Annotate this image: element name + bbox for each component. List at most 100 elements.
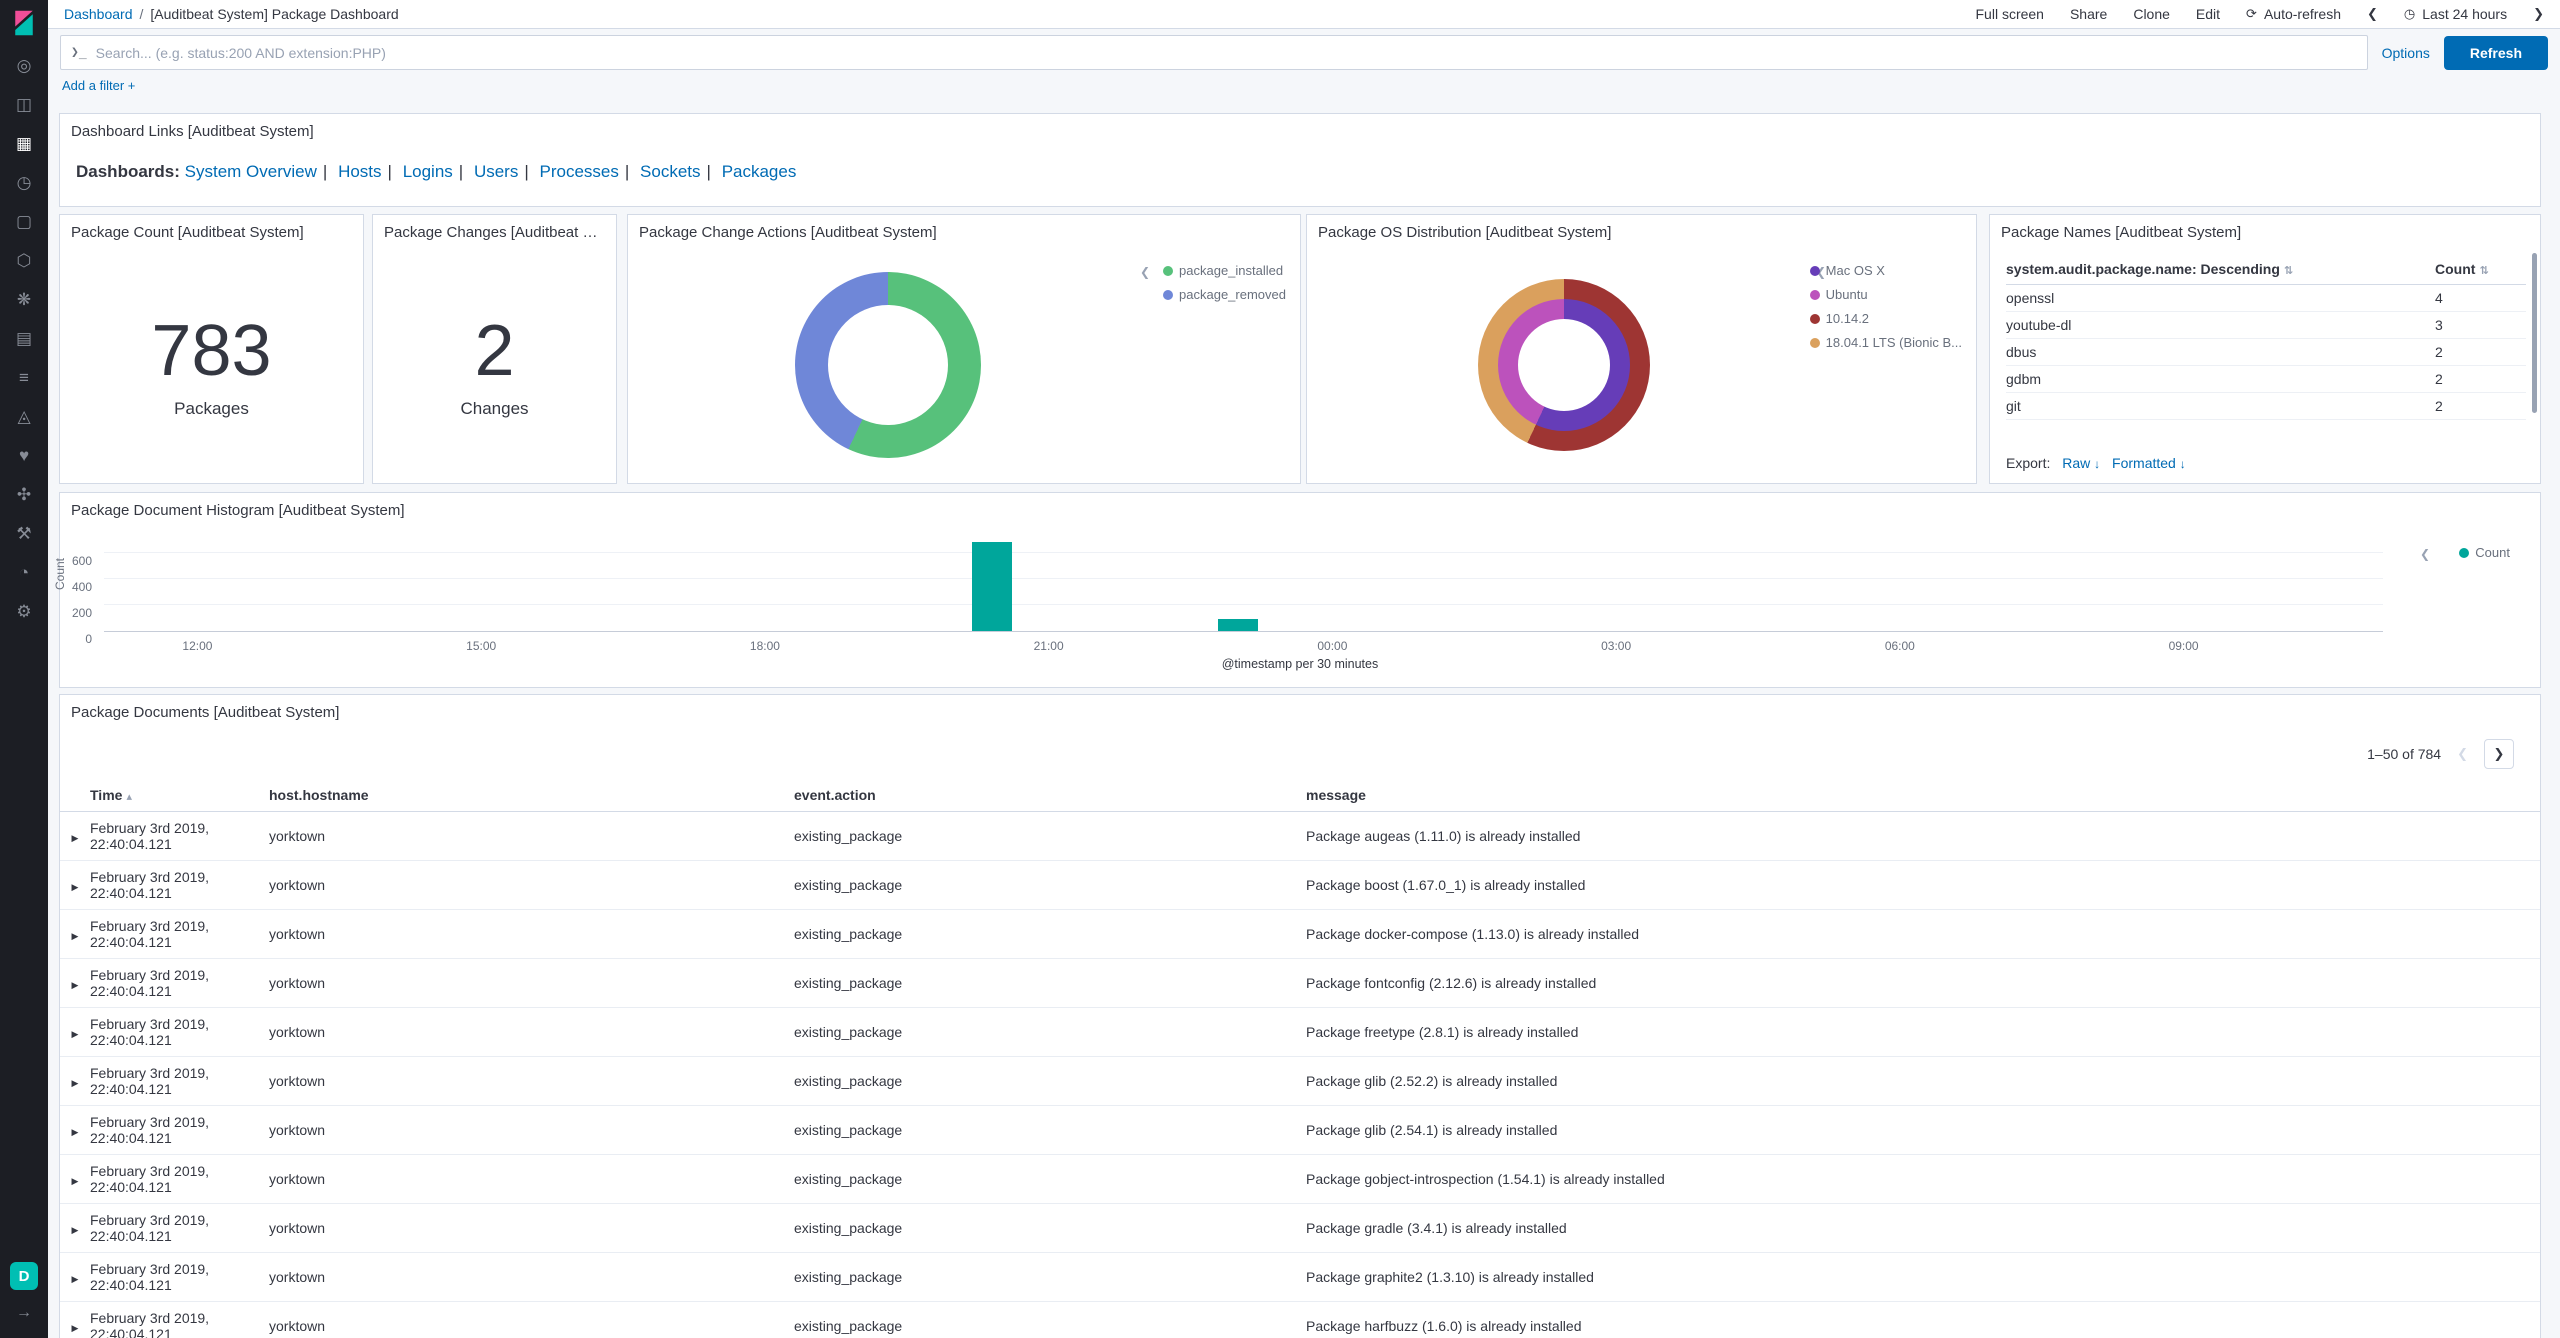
sidebar-item-logs[interactable]: ≡ — [0, 358, 48, 397]
full-screen-button[interactable]: Full screen — [1976, 6, 2044, 22]
export-formatted-link[interactable]: Formatted ↓ — [2112, 455, 2186, 471]
sidebar-item-apm[interactable]: ◬ — [0, 397, 48, 436]
legend-item[interactable]: package_removed — [1163, 287, 1286, 302]
expand-row-icon[interactable]: ▶ — [72, 833, 79, 843]
dashboard-link-hosts[interactable]: Hosts — [338, 162, 381, 181]
add-filter-link[interactable]: Add a filter + — [62, 78, 135, 93]
dashboard-link-system-overview[interactable]: System Overview — [185, 162, 317, 181]
refresh-button[interactable]: Refresh — [2443, 35, 2548, 70]
sidebar-item-timelion[interactable]: ◷ — [0, 163, 48, 202]
sidebar-collapse-icon[interactable]: → — [16, 1304, 32, 1322]
sidebar-item-dashboard[interactable]: ▦ — [0, 124, 48, 163]
expand-row-icon[interactable]: ▶ — [72, 1225, 79, 1235]
pagination-prev-icon[interactable]: ❮ — [2457, 746, 2468, 762]
expand-row-icon[interactable]: ▶ — [72, 1176, 79, 1186]
doc-event: existing_package — [794, 958, 1306, 1008]
table-row: dbus 2 — [2006, 338, 2526, 366]
doc-event: existing_package — [794, 1105, 1306, 1155]
expand-row-icon[interactable]: ▶ — [72, 1274, 79, 1284]
sidebar-item-uptime[interactable]: ♥ — [0, 436, 48, 475]
dashboard-link-logins[interactable]: Logins — [403, 162, 453, 181]
table-row: openssl 4 — [2006, 284, 2526, 312]
share-button[interactable]: Share — [2070, 6, 2107, 22]
clock-icon: ◷ — [2403, 6, 2416, 21]
table-row: ▶ February 3rd 2019, 22:40:04.121 yorktown… — [60, 1203, 2540, 1253]
legend-item[interactable]: 18.04.1 LTS (Bionic B... — [1809, 335, 1962, 350]
legend-item[interactable]: Mac OS X — [1809, 263, 1962, 278]
change-actions-donut-chart[interactable] — [795, 272, 981, 458]
package-count: 3 — [2435, 311, 2526, 339]
kibana-logo[interactable] — [0, 0, 48, 46]
sidebar-item-dev-tools[interactable]: ⚒ — [0, 514, 48, 553]
doc-host: yorktown — [269, 1154, 794, 1204]
doc-time: February 3rd 2019, 22:40:04.121 — [90, 1203, 269, 1253]
doc-time: February 3rd 2019, 22:40:04.121 — [90, 1252, 269, 1302]
query-options-link[interactable]: Options — [2382, 45, 2430, 61]
edit-button[interactable]: Edit — [2196, 6, 2220, 22]
spaces-badge[interactable]: D — [10, 1262, 38, 1290]
clone-button[interactable]: Clone — [2133, 6, 2170, 22]
column-header-count[interactable]: Count ⇅ — [2435, 255, 2526, 285]
auto-refresh-button[interactable]: ⟳ Auto-refresh — [2246, 6, 2341, 22]
time-back-button[interactable]: ❮ — [2367, 6, 2378, 22]
export-raw-link[interactable]: Raw ↓ — [2062, 455, 2100, 471]
sidebar-item-graph[interactable]: ✣ — [0, 475, 48, 514]
dashboard-link-users[interactable]: Users — [474, 162, 518, 181]
panel-title: Package Documents [Auditbeat System] — [71, 704, 340, 721]
expand-row-icon[interactable]: ▶ — [72, 931, 79, 941]
legend-toggle-icon[interactable]: ❮ — [1140, 265, 1150, 279]
sidebar-item-monitoring[interactable]: ◔ — [0, 553, 48, 592]
expand-row-icon[interactable]: ▶ — [72, 1127, 79, 1137]
management-icon: ⚙ — [16, 602, 32, 621]
legend-item[interactable]: Count — [2459, 545, 2510, 560]
legend-item[interactable]: Ubuntu — [1809, 287, 1962, 302]
histogram-bar[interactable] — [972, 541, 1013, 631]
expand-row-icon[interactable]: ▶ — [72, 882, 79, 892]
sidebar-item-machine-learning[interactable]: ❋ — [0, 280, 48, 319]
panel-scrollbar[interactable] — [2532, 253, 2537, 413]
time-forward-button[interactable]: ❯ — [2533, 6, 2544, 22]
table-row: ▶ February 3rd 2019, 22:40:04.121 yorktown… — [60, 811, 2540, 861]
column-header-time[interactable]: Time ▴ — [90, 779, 269, 812]
dashboard-link-packages[interactable]: Packages — [722, 162, 797, 181]
legend-dot — [2459, 547, 2470, 558]
os-distribution-donut-chart[interactable] — [1478, 279, 1650, 451]
time-range-picker[interactable]: ◷ Last 24 hours — [2404, 6, 2507, 22]
expand-row-icon[interactable]: ▶ — [72, 980, 79, 990]
doc-event: existing_package — [794, 909, 1306, 959]
logs-icon: ≡ — [19, 368, 29, 387]
doc-time: February 3rd 2019, 22:40:04.121 — [90, 1056, 269, 1106]
os-distribution-inner-ring[interactable] — [1498, 299, 1630, 431]
panel-package-names: Package Names [Auditbeat System] system.… — [1989, 214, 2541, 484]
expand-row-icon[interactable]: ▶ — [72, 1029, 79, 1039]
column-header-host[interactable]: host.hostname — [269, 779, 794, 812]
sidebar-item-discover[interactable]: ◎ — [0, 46, 48, 85]
table-row: ▶ February 3rd 2019, 22:40:04.121 yorktown… — [60, 1007, 2540, 1057]
dashboard-link-sockets[interactable]: Sockets — [640, 162, 700, 181]
table-row: ▶ February 3rd 2019, 22:40:04.121 yorktown… — [60, 860, 2540, 910]
column-header-message[interactable]: message — [1306, 779, 2540, 812]
expand-row-icon[interactable]: ▶ — [72, 1323, 79, 1333]
table-row: ▶ February 3rd 2019, 22:40:04.121 yorktown… — [60, 958, 2540, 1008]
legend-toggle-icon[interactable]: ❮ — [2420, 547, 2430, 561]
column-header-event[interactable]: event.action — [794, 779, 1306, 812]
pagination-next-button[interactable]: ❯ — [2484, 739, 2514, 769]
sidebar-item-canvas[interactable]: ▢ — [0, 202, 48, 241]
search-input[interactable] — [95, 44, 2357, 61]
table-row: gdbm 2 — [2006, 365, 2526, 393]
panel-dashboard-links: Dashboard Links [Auditbeat System] Dashb… — [59, 113, 2541, 207]
sidebar-item-infrastructure[interactable]: ▤ — [0, 319, 48, 358]
legend-item[interactable]: 10.14.2 — [1809, 311, 1962, 326]
legend-item[interactable]: package_installed — [1163, 263, 1286, 278]
table-row: ▶ February 3rd 2019, 22:40:04.121 yorktown… — [60, 1301, 2540, 1338]
dashboard-link-processes[interactable]: Processes — [540, 162, 619, 181]
package-count: 2 — [2435, 365, 2526, 393]
sidebar-item-maps[interactable]: ⬡ — [0, 241, 48, 280]
sidebar-item-visualize[interactable]: ◫ — [0, 85, 48, 124]
sidebar-item-management[interactable]: ⚙ — [0, 592, 48, 631]
breadcrumb-dashboard-link[interactable]: Dashboard — [64, 6, 133, 22]
package-name: gdbm — [2006, 365, 2435, 393]
histogram-bar[interactable] — [1218, 619, 1259, 631]
column-header-package-name[interactable]: system.audit.package.name: Descending ⇅ — [2006, 255, 2435, 285]
expand-row-icon[interactable]: ▶ — [72, 1078, 79, 1088]
